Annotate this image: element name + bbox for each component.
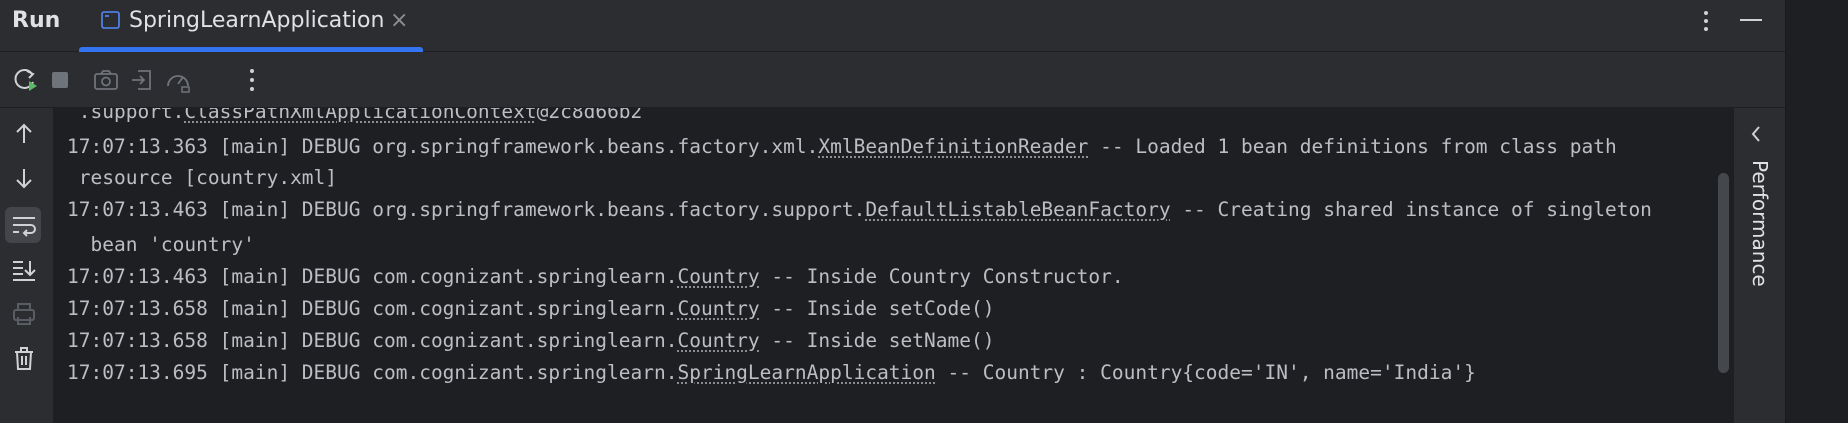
camera-icon[interactable] [92,66,120,94]
console-line: resource [country.xml] [67,165,337,191]
console-text: .support. [79,108,185,123]
stop-icon[interactable] [46,66,74,94]
console-text: 17:07:13.363 [main] DEBUG org.springfram… [67,135,818,158]
console-text [67,108,79,123]
run-header: Run SpringLearnApplication × [0,0,1785,52]
rerun-icon[interactable] [12,66,40,94]
soft-wrap-icon[interactable] [10,211,38,239]
print-icon[interactable] [10,300,38,328]
console-text: @2c8d66b2 [537,108,643,123]
console-line: 17:07:13.463 [main] DEBUG com.cognizant.… [67,264,1124,290]
console-line: bean 'country' [67,232,255,258]
class-name-link[interactable]: XmlBeanDefinitionReader [818,135,1088,158]
console-output[interactable]: .support.ClassPathXmlApplicationContext@… [53,108,1733,423]
chevron-left-icon[interactable] [1748,124,1764,144]
console-sidebar [0,108,53,423]
tab-spring-learn-application[interactable]: SpringLearnApplication × [79,0,423,52]
console-scrollbar[interactable] [1718,173,1729,373]
console-text: -- Country : Country{code='IN', name='In… [936,361,1476,384]
right-tool-gutter [1785,0,1848,423]
console-text: 17:07:13.658 [main] DEBUG com.cognizant.… [67,297,677,320]
console-line: 17:07:13.463 [main] DEBUG org.springfram… [67,197,1652,223]
performance-label: Performance [1748,160,1772,287]
class-name-link[interactable]: ClassPathXmlApplicationContext [184,108,536,123]
run-tool-window: Run SpringLearnApplication × .support.Cl… [0,0,1785,423]
run-toolbar [0,52,1785,108]
console-text: 17:07:13.695 [main] DEBUG com.cognizant.… [67,361,677,384]
class-name-link[interactable]: Country [677,265,759,288]
console-line: 17:07:13.658 [main] DEBUG com.cognizant.… [67,296,994,322]
more-options-icon[interactable] [1700,10,1712,32]
console-text [67,166,79,189]
console-text [67,233,90,256]
console-text: -- Creating shared instance of singleton [1171,198,1652,221]
console-text: -- Inside setName() [760,329,995,352]
console-text: resource [country.xml] [79,166,337,189]
class-name-link[interactable]: Country [677,329,759,352]
down-arrow-icon[interactable] [10,164,38,192]
console-line: 17:07:13.658 [main] DEBUG com.cognizant.… [67,328,994,354]
console-text: -- Inside setCode() [760,297,995,320]
console-text: bean 'country' [90,233,254,256]
console-line: 17:07:13.363 [main] DEBUG org.springfram… [67,134,1617,160]
console-text: -- Loaded 1 bean definitions from class … [1088,135,1616,158]
console-line: .support.ClassPathXmlApplicationContext@… [67,108,642,125]
console-text: 17:07:13.463 [main] DEBUG org.springfram… [67,198,865,221]
profiler-icon[interactable] [164,66,192,94]
class-name-link[interactable]: DefaultListableBeanFactory [865,198,1170,221]
scroll-to-end-icon[interactable] [10,255,38,283]
close-icon[interactable]: × [390,8,408,33]
tool-window-title: Run [12,8,60,33]
minimize-icon[interactable] [1740,19,1762,21]
class-name-link[interactable]: Country [677,297,759,320]
console-text: -- Inside Country Constructor. [760,265,1124,288]
tab-label: SpringLearnApplication [129,8,384,33]
attach-icon[interactable] [128,66,156,94]
trash-icon[interactable] [10,344,38,372]
performance-side-panel[interactable]: Performance [1733,108,1785,423]
console-text: 17:07:13.463 [main] DEBUG com.cognizant.… [67,265,677,288]
up-arrow-icon[interactable] [10,120,38,148]
application-icon [101,11,120,29]
console-text: 17:07:13.658 [main] DEBUG com.cognizant.… [67,329,677,352]
class-name-link[interactable]: SpringLearnApplication [677,361,935,384]
console-line: 17:07:13.695 [main] DEBUG com.cognizant.… [67,360,1476,386]
more-icon[interactable] [238,66,266,94]
